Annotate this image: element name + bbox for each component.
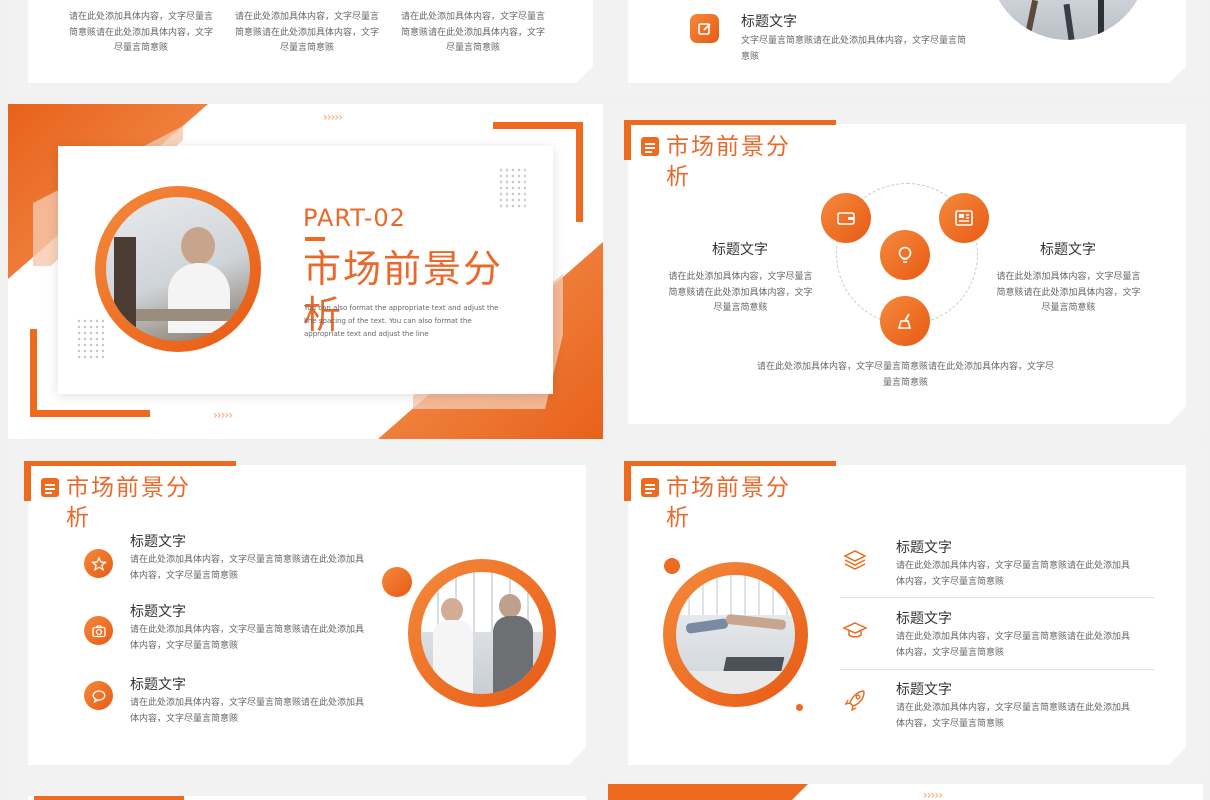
left-desc: 请在此处添加具体内容，文字尽量言简意赅请在此处添加具体内容，文字尽量言简意赅: [668, 272, 813, 313]
tiny-orange-dot: [796, 704, 803, 711]
slide-4: 市场前景分析 标题文字 请在此处添加具体内容，文字尽量言简意赅请在此处添加具体内…: [608, 104, 1203, 439]
slide-3: ››››› ››››› PART-02 市场前景分析 You can also …: [8, 104, 603, 439]
item-1-desc: 请在此处添加具体内容，文字尽量言简意赅请在此处添加具体内容，文字尽量言简意赅: [896, 561, 1131, 587]
dot-grid-top: [498, 167, 526, 209]
wallet-icon: [821, 193, 871, 243]
slide-5: 市场前景分析 标题文字 请在此处添加具体内容，文字尽量言简意赅请在此处添加具体内…: [8, 445, 603, 780]
header-tab: [624, 461, 631, 501]
item-3-desc: 请在此处添加具体内容，文字尽量言简意赅请在此处添加具体内容，文字尽量言简意赅: [896, 703, 1131, 729]
frame-left-vertical: [30, 329, 37, 417]
slide-5-header: 市场前景分析: [66, 475, 191, 531]
chat-icon: [84, 681, 113, 710]
bottom-desc: 请在此处添加具体内容，文字尽量言简意赅请在此处添加具体内容，文字尽量言简意赅: [756, 362, 1054, 388]
right-desc: 请在此处添加具体内容，文字尽量言简意赅请在此处添加具体内容，文字尽量言简意赅: [996, 272, 1141, 313]
notepad-icon: [641, 137, 659, 156]
slide-4-header: 市场前景分析: [666, 134, 791, 190]
slide-8-chevrons: ›››››: [923, 788, 943, 800]
slide-2-desc: 文字尽量言简意赅请在此处添加具体内容，文字尽量言简意赅: [741, 36, 967, 62]
slide-8: ›››››: [608, 784, 1203, 800]
broom-icon: [880, 296, 930, 346]
star-icon: [84, 549, 113, 578]
header-bar: [624, 461, 836, 466]
slide-2: 标题文字 文字尽量言简意赅请在此处添加具体内容，文字尽量言简意赅: [608, 0, 1203, 98]
edit-icon: [690, 14, 719, 43]
part-label: PART-02: [303, 204, 406, 232]
slide-7-header-bar: [34, 796, 184, 800]
item-2-desc: 请在此处添加具体内容，文字尽量言简意赅请在此处添加具体内容，文字尽量言简意赅: [130, 625, 365, 651]
notepad-icon: [641, 478, 659, 497]
part-underline: [305, 237, 325, 241]
header-tab: [24, 461, 31, 501]
divider-1: [840, 597, 1154, 598]
slide-1-text-3: 请在此处添加具体内容，文字尽量言简意赅请在此处添加具体内容，文字尽量言简意赅: [400, 12, 545, 53]
divider-2: [840, 669, 1154, 670]
slide-2-title: 标题文字: [741, 14, 797, 30]
slide-8-corner-shape: [608, 784, 808, 800]
handshake-photo: [421, 572, 543, 694]
graduation-cap-icon: [842, 617, 868, 643]
laptop-handshake-photo: [676, 575, 795, 694]
layers-icon: [842, 547, 868, 573]
item-3-title: 标题文字: [896, 682, 952, 698]
notepad-icon: [41, 478, 59, 497]
right-title: 标题文字: [1040, 242, 1096, 258]
item-2-title: 标题文字: [130, 604, 186, 620]
dot-grid-bottom: [76, 318, 104, 360]
slide-1-text-1: 请在此处添加具体内容，文字尽量言简意赅请在此处添加具体内容，文字尽量言简意赅: [68, 12, 213, 53]
header-bar: [624, 120, 836, 125]
item-1-desc: 请在此处添加具体内容，文字尽量言简意赅请在此处添加具体内容，文字尽量言简意赅: [130, 555, 365, 581]
meeting-photo: [106, 197, 250, 341]
item-1-title: 标题文字: [130, 534, 186, 550]
slide-6-header: 市场前景分析: [666, 475, 791, 531]
slide-6: 市场前景分析 标题文字 请在此处添加具体内容，文字尽量言简意赅请在此处添加具体内…: [608, 445, 1203, 780]
header-bar: [24, 461, 236, 466]
item-2-desc: 请在此处添加具体内容，文字尽量言简意赅请在此处添加具体内容，文字尽量言简意赅: [896, 632, 1131, 658]
small-orange-dot: [382, 567, 412, 597]
camera-icon: [84, 616, 113, 645]
slide-3-desc: You can also format the appropriate text…: [304, 304, 499, 338]
rocket-icon: [842, 687, 868, 713]
frame-right-vertical: [576, 122, 583, 222]
item-3-desc: 请在此处添加具体内容，文字尽量言简意赅请在此处添加具体内容，文字尽量言简意赅: [130, 698, 365, 724]
slide-1: 请在此处添加具体内容，文字尽量言简意赅请在此处添加具体内容，文字尽量言简意赅 请…: [8, 0, 603, 98]
chevrons-top: ›››››: [323, 110, 343, 124]
item-1-title: 标题文字: [896, 540, 952, 556]
item-3-title: 标题文字: [130, 677, 186, 693]
left-title: 标题文字: [712, 242, 768, 258]
item-2-title: 标题文字: [896, 611, 952, 627]
lightbulb-icon: [880, 230, 930, 280]
small-orange-dot: [664, 558, 680, 574]
newspaper-icon: [939, 193, 989, 243]
frame-bottom-left: [30, 410, 150, 417]
slide-1-text-2: 请在此处添加具体内容，文字尽量言简意赅请在此处添加具体内容，文字尽量言简意赅: [234, 12, 379, 53]
chevrons-bottom: ›››››: [213, 408, 233, 422]
header-tab: [624, 120, 631, 160]
slide-7: [8, 784, 603, 800]
frame-top-right: [493, 122, 583, 129]
